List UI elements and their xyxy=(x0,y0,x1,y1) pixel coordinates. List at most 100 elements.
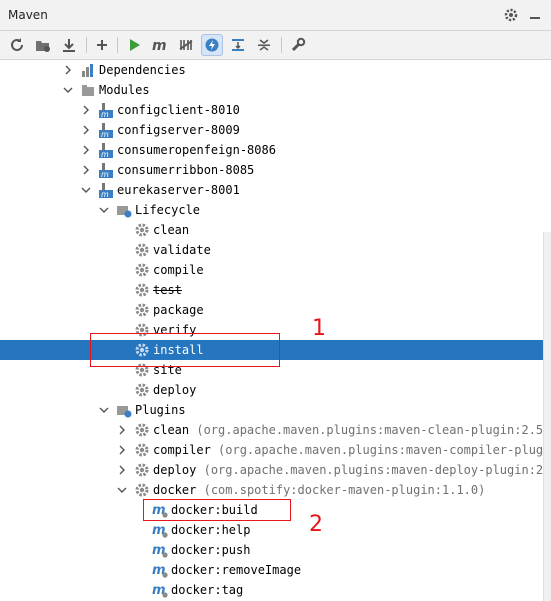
tree-node-module[interactable]: m consumeropenfeign-8086 xyxy=(0,140,551,160)
plugin-gear-icon xyxy=(135,463,149,477)
chevron-right-icon[interactable] xyxy=(81,125,91,135)
chevron-right-icon[interactable] xyxy=(81,145,91,155)
svg-text:m: m xyxy=(152,38,167,53)
chevron-right-icon[interactable] xyxy=(81,165,91,175)
tree-node-label: Modules xyxy=(99,83,150,97)
lifecycle-phase-skipped[interactable]: test xyxy=(0,280,551,300)
vertical-scrollbar[interactable] xyxy=(543,232,551,601)
plugin-goal[interactable]: m docker:removeImage xyxy=(0,560,551,580)
maven-module-icon: m xyxy=(99,183,113,198)
maven-toolbar: m xyxy=(0,31,551,60)
lifecycle-phase-selected[interactable]: install xyxy=(0,340,551,360)
plugin-goal[interactable]: m docker:build xyxy=(0,500,551,520)
toolbar-separator xyxy=(281,37,282,53)
plugin-gear-icon xyxy=(135,483,149,497)
chevron-down-icon[interactable] xyxy=(117,485,127,495)
chevron-right-icon[interactable] xyxy=(63,65,73,75)
lifecycle-phase[interactable]: verify xyxy=(0,320,551,340)
chevron-down-icon[interactable] xyxy=(63,85,73,95)
plugin-name: compiler xyxy=(153,443,211,457)
tree-node-module[interactable]: m eurekaserver-8001 xyxy=(0,180,551,200)
chevron-right-icon[interactable] xyxy=(117,465,127,475)
tree-node-plugin[interactable]: docker (com.spotify:docker-maven-plugin:… xyxy=(0,480,551,500)
settings-gear-icon[interactable] xyxy=(502,6,520,24)
plugin-goal-label: docker:removeImage xyxy=(171,563,302,577)
plugin-coordinates: (org.apache.maven.plugins:maven-clean-pl… xyxy=(196,423,551,437)
chevron-down-icon[interactable] xyxy=(99,205,109,215)
lifecycle-phase[interactable]: site xyxy=(0,360,551,380)
gear-icon xyxy=(135,263,149,277)
gear-icon xyxy=(135,283,149,297)
tool-window-header: Maven xyxy=(0,0,551,31)
lifecycle-phase[interactable]: validate xyxy=(0,240,551,260)
plugin-label: deploy (org.apache.maven.plugins:maven-d… xyxy=(153,462,551,478)
lifecycle-phase-label: deploy xyxy=(153,383,197,397)
chevron-right-icon[interactable] xyxy=(117,445,127,455)
chevron-right-icon[interactable] xyxy=(117,425,127,435)
reload-icon[interactable] xyxy=(6,34,28,56)
chevron-down-icon[interactable] xyxy=(99,405,109,415)
maven-goal-icon: m xyxy=(152,543,168,558)
chevron-right-icon[interactable] xyxy=(81,105,91,115)
lifecycle-phase[interactable]: clean xyxy=(0,220,551,240)
plugin-coordinates: (com.spotify:docker-maven-plugin:1.1.0) xyxy=(203,483,486,497)
tree-node-module[interactable]: m configclient-8010 xyxy=(0,100,551,120)
tree-node-plugins[interactable]: Plugins xyxy=(0,400,551,420)
tree-node-label: consumerribbon-8085 xyxy=(117,163,255,177)
add-folder-reload-icon[interactable] xyxy=(32,34,54,56)
tree-node-module[interactable]: m consumerribbon-8085 xyxy=(0,160,551,180)
toggle-offline-icon[interactable] xyxy=(175,34,197,56)
tree-node-label: Dependencies xyxy=(99,63,186,77)
maven-goal-icon: m xyxy=(152,583,168,598)
execute-goal-icon[interactable]: m xyxy=(149,34,171,56)
tree-node-plugin[interactable]: clean (org.apache.maven.plugins:maven-cl… xyxy=(0,420,551,440)
maven-module-icon: m xyxy=(99,123,113,138)
modules-folder-icon xyxy=(82,85,94,96)
gear-icon xyxy=(135,343,149,357)
dependencies-icon xyxy=(82,64,93,77)
plugin-label: compiler (org.apache.maven.plugins:maven… xyxy=(153,442,551,458)
plugin-coordinates: (org.apache.maven.plugins:maven-deploy-p… xyxy=(203,463,551,477)
maven-module-icon: m xyxy=(99,163,113,178)
tree-node-plugin[interactable]: deploy (org.apache.maven.plugins:maven-d… xyxy=(0,460,551,480)
tree-node-modules[interactable]: Modules xyxy=(0,80,551,100)
plugin-goal[interactable]: m docker:help xyxy=(0,520,551,540)
tree-node-dependencies[interactable]: Dependencies xyxy=(0,60,551,80)
lifecycle-phase-label: verify xyxy=(153,323,197,337)
toolbar-separator xyxy=(86,37,87,53)
wrench-settings-icon[interactable] xyxy=(287,34,309,56)
lifecycle-phase-label: site xyxy=(153,363,182,377)
skip-tests-icon[interactable] xyxy=(201,34,223,56)
maven-projects-tree: Dependencies Modules m configclient-8010… xyxy=(0,60,551,601)
tree-node-module[interactable]: m configserver-8009 xyxy=(0,120,551,140)
plugin-goal[interactable]: m docker:push xyxy=(0,540,551,560)
lifecycle-phase[interactable]: compile xyxy=(0,260,551,280)
gear-icon xyxy=(135,303,149,317)
plugin-name: docker xyxy=(153,483,197,497)
run-icon[interactable] xyxy=(123,34,145,56)
gear-icon xyxy=(135,323,149,337)
gear-icon xyxy=(135,363,149,377)
lifecycle-folder-icon xyxy=(117,206,132,218)
maven-goal-icon: m xyxy=(152,503,168,518)
chevron-down-icon[interactable] xyxy=(81,185,91,195)
plugin-name: clean xyxy=(153,423,190,437)
lifecycle-phase[interactable]: package xyxy=(0,300,551,320)
plugin-name: deploy xyxy=(153,463,197,477)
tree-node-plugin[interactable]: compiler (org.apache.maven.plugins:maven… xyxy=(0,440,551,460)
toolbar-separator xyxy=(117,37,118,53)
lifecycle-phase[interactable]: deploy xyxy=(0,380,551,400)
plugin-goal[interactable]: m docker:tag xyxy=(0,580,551,600)
hide-minimize-icon[interactable] xyxy=(526,6,544,24)
gear-icon xyxy=(135,223,149,237)
plugin-goal-label: docker:help xyxy=(171,523,251,537)
gear-icon xyxy=(135,243,149,257)
download-sources-icon[interactable] xyxy=(58,34,80,56)
collapse-all-icon[interactable] xyxy=(253,34,275,56)
plugin-goal-label: docker:tag xyxy=(171,583,244,597)
tree-node-lifecycle[interactable]: Lifecycle xyxy=(0,200,551,220)
add-project-icon[interactable] xyxy=(91,34,113,56)
annotation-number-2: 2 xyxy=(309,512,323,537)
plugin-coordinates: (org.apache.maven.plugins:maven-compiler… xyxy=(218,443,551,457)
show-dependencies-icon[interactable] xyxy=(227,34,249,56)
